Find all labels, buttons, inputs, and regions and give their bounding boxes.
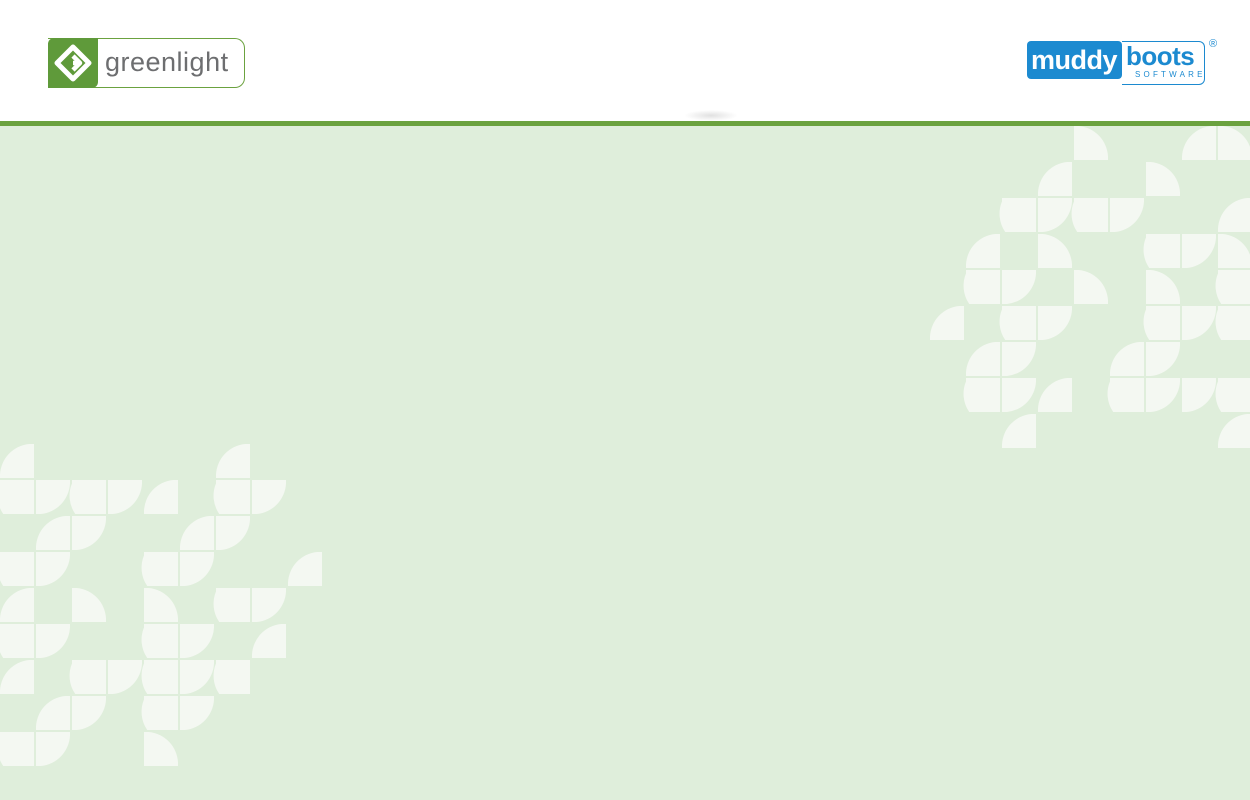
boots-box: boots SOFTWARE bbox=[1122, 41, 1205, 85]
leaf-shape bbox=[0, 588, 34, 622]
leaf-shape bbox=[1182, 126, 1216, 160]
leaf-shape bbox=[72, 588, 106, 622]
leaf-shape bbox=[36, 480, 70, 514]
leaf-shape bbox=[141, 552, 178, 586]
muddy-word: muddy bbox=[1031, 45, 1118, 75]
leaf-shape bbox=[1074, 126, 1108, 160]
leaf-shape bbox=[144, 732, 178, 766]
muddy-boots-logo: muddy boots SOFTWARE ® bbox=[1027, 38, 1221, 86]
leaf-shape bbox=[1146, 270, 1180, 304]
leaf-shape bbox=[36, 552, 70, 586]
leaf-shape bbox=[252, 480, 286, 514]
leaf-shape bbox=[966, 234, 1000, 268]
leaf-shape bbox=[1002, 414, 1036, 448]
leaf-shape bbox=[108, 660, 142, 694]
leaf-shape bbox=[1074, 270, 1108, 304]
leaf-shape bbox=[1002, 270, 1036, 304]
leaf-shape bbox=[1110, 198, 1144, 232]
leaf-shape bbox=[1038, 378, 1072, 412]
leaf-shape bbox=[1038, 234, 1072, 268]
leaf-shape bbox=[1146, 378, 1180, 412]
leaf-shape bbox=[180, 696, 214, 730]
leaf-shape bbox=[1110, 342, 1144, 376]
leaf-shape bbox=[966, 342, 1000, 376]
leaf-shape bbox=[216, 516, 250, 550]
leaf-shape bbox=[963, 270, 1000, 304]
leaf-shape bbox=[213, 480, 250, 514]
leaf-shape bbox=[1218, 126, 1250, 160]
leaf-shape bbox=[180, 660, 214, 694]
leaf-shape bbox=[0, 624, 34, 658]
leaf-shape bbox=[1218, 414, 1250, 448]
leaf-shape bbox=[1038, 162, 1072, 196]
leaf-shape bbox=[1215, 378, 1250, 412]
leaf-shape bbox=[36, 624, 70, 658]
leaf-shape bbox=[72, 516, 106, 550]
leaf-shape bbox=[1002, 378, 1036, 412]
leaf-shape bbox=[1038, 198, 1072, 232]
leaf-shape bbox=[36, 732, 70, 766]
header-smudge bbox=[684, 110, 738, 121]
leaf-shape bbox=[0, 480, 34, 514]
boots-word: boots bbox=[1126, 41, 1195, 71]
leaf-shape bbox=[1182, 306, 1216, 340]
leaf-shape bbox=[180, 516, 214, 550]
leaf-shape bbox=[108, 480, 142, 514]
muddy-box: muddy bbox=[1027, 41, 1122, 79]
leaf-shape bbox=[1218, 198, 1250, 232]
leaf-shape bbox=[1038, 306, 1072, 340]
leaf-shape bbox=[144, 588, 178, 622]
leaf-shape bbox=[252, 588, 286, 622]
leaf-shape bbox=[180, 552, 214, 586]
leaf-pattern-left bbox=[0, 444, 322, 766]
leaf-shape bbox=[1218, 234, 1250, 268]
leaf-shape bbox=[141, 660, 178, 694]
leaf-shape bbox=[288, 552, 322, 586]
leaf-shape bbox=[1146, 342, 1180, 376]
header: greenlight muddy boots SOFTWARE ® bbox=[0, 0, 1250, 121]
leaf-shape bbox=[69, 660, 106, 694]
leaf-shape bbox=[1146, 162, 1180, 196]
leaf-shape bbox=[999, 306, 1036, 340]
leaf-shape bbox=[69, 480, 106, 514]
background-area bbox=[0, 126, 1250, 800]
leaf-shape bbox=[72, 696, 106, 730]
leaf-shape bbox=[930, 306, 964, 340]
leaf-shape bbox=[1143, 234, 1180, 268]
leaf-shape bbox=[1215, 270, 1250, 304]
leaf-shape bbox=[1182, 234, 1216, 268]
leaf-pattern-right bbox=[930, 126, 1250, 448]
leaf-shape bbox=[36, 516, 70, 550]
greenlight-wordmark: greenlight bbox=[105, 47, 229, 77]
leaf-shape bbox=[0, 444, 34, 478]
leaf-shape bbox=[141, 696, 178, 730]
software-tagline: SOFTWARE bbox=[1135, 70, 1206, 79]
leaf-shape bbox=[1071, 198, 1108, 232]
greenlight-g-icon bbox=[48, 38, 98, 88]
leaf-shape bbox=[1002, 342, 1036, 376]
leaf-shape bbox=[1215, 306, 1250, 340]
leaf-shape bbox=[0, 660, 34, 694]
leaf-shape bbox=[1107, 378, 1144, 412]
leaf-shape bbox=[0, 732, 34, 766]
leaf-shape bbox=[36, 696, 70, 730]
leaf-shape bbox=[1182, 378, 1216, 412]
leaf-shape bbox=[1143, 306, 1180, 340]
leaf-shape bbox=[213, 660, 250, 694]
leaf-shape bbox=[963, 378, 1000, 412]
leaf-shape bbox=[252, 624, 286, 658]
leaf-shape bbox=[180, 624, 214, 658]
leaf-shape bbox=[999, 198, 1036, 232]
registered-mark: ® bbox=[1208, 38, 1218, 50]
leaf-shape bbox=[216, 444, 250, 478]
leaf-shape bbox=[144, 480, 178, 514]
leaf-shape bbox=[141, 624, 178, 658]
leaf-shape bbox=[213, 588, 250, 622]
greenlight-logo: greenlight bbox=[48, 38, 246, 88]
leaf-shape bbox=[0, 552, 34, 586]
